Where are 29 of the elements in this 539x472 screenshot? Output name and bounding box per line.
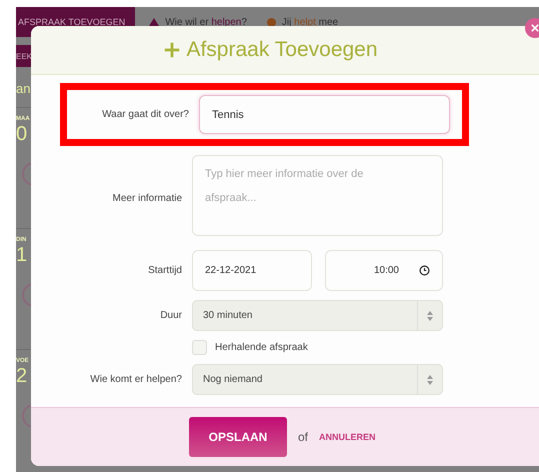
time-field[interactable]: 10:00 — [325, 250, 443, 291]
field-label: Duur — [159, 310, 182, 321]
legend-text: Wie wil er helpen? — [165, 16, 247, 28]
month-heading: an — [16, 81, 31, 98]
checkbox-label: Herhalende afspraak — [215, 342, 308, 353]
select-dropdown[interactable]: Nog niemand — [192, 364, 443, 395]
field-label: Waar gaat dit over? — [101, 109, 189, 120]
date-input[interactable]: 22-12-2021 — [192, 250, 312, 291]
week-tab[interactable]: EEK — [16, 45, 31, 67]
field-label: Starttijd — [147, 265, 182, 276]
or-text: of — [298, 430, 308, 444]
textarea-input[interactable]: Typ hier meer informatie over de afspraak... — [192, 155, 443, 236]
day-number: 0 — [16, 122, 28, 146]
day-number: 2 — [16, 364, 28, 388]
dialog-title: Afspraak Toevoegen — [186, 38, 378, 62]
cancel-link[interactable]: ANNULEREN — [319, 432, 376, 442]
text-input[interactable]: Tennis — [199, 95, 450, 134]
field-label: Meer informatie — [112, 192, 182, 204]
day-number: 1 — [16, 243, 28, 267]
dot-icon — [266, 18, 276, 26]
select-value: 30 minuten — [203, 310, 252, 321]
field-label: Wie komt er helpen? — [89, 374, 182, 385]
save-button[interactable]: OPSLAAN — [189, 417, 287, 457]
select-dropdown[interactable]: 30 minuten — [192, 300, 443, 331]
plus-icon — [164, 42, 180, 58]
clock-icon[interactable] — [419, 265, 430, 276]
select-value: Nog niemand — [203, 374, 262, 385]
checkbox[interactable] — [192, 340, 207, 355]
time-value: 10:00 — [374, 265, 399, 276]
